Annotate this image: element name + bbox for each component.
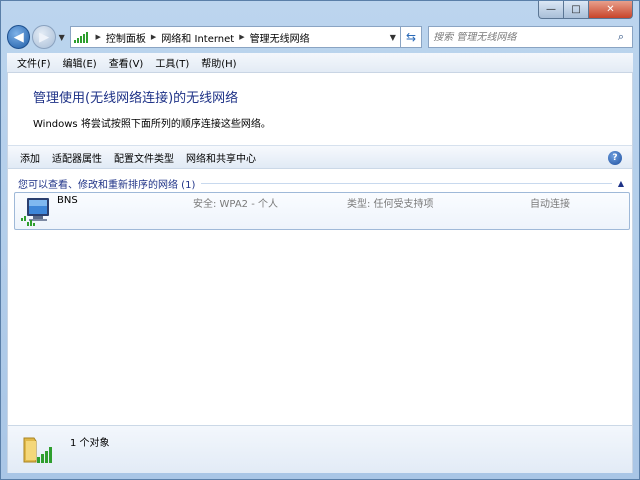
minimize-button[interactable]: — [538, 1, 564, 19]
menu-edit[interactable]: 编辑(E) [57, 55, 103, 70]
caption-buttons: — □ ✕ [538, 1, 633, 19]
search-input[interactable] [433, 31, 614, 43]
back-button[interactable]: ◀ [7, 25, 31, 49]
group-divider [201, 182, 612, 184]
header-panel: 管理使用(无线网络连接)的无线网络 Windows 将尝试按照下面所列的顺序连接… [8, 73, 632, 143]
profile-type-button[interactable]: 配置文件类型 [108, 150, 180, 165]
menu-view[interactable]: 查看(V) [103, 55, 150, 70]
content-pane: 管理使用(无线网络连接)的无线网络 Windows 将尝试按照下面所列的顺序连接… [7, 73, 633, 473]
network-security: 安全: WPA2 - 个人 [193, 199, 278, 210]
item-count: 1 个对象 [70, 438, 110, 449]
menu-tools[interactable]: 工具(T) [149, 55, 195, 70]
maximize-button[interactable]: □ [564, 1, 589, 19]
search-box[interactable]: ⌕ [428, 26, 633, 48]
help-icon[interactable]: ? [608, 151, 622, 165]
network-type: 类型: 任何受支持项 [347, 199, 434, 210]
breadcrumb-separator-icon[interactable]: ▶ [151, 33, 156, 41]
breadcrumb-network-internet[interactable]: 网络和 Internet [161, 30, 234, 45]
wireless-network-icon [21, 198, 49, 226]
network-sharing-center-button[interactable]: 网络和共享中心 [180, 150, 262, 165]
group-header[interactable]: 您可以查看、修改和重新排序的网络 (1) ▲ [18, 176, 624, 191]
wireless-folder-icon [23, 437, 52, 463]
forward-arrow-icon: ▶ [39, 29, 50, 45]
network-connect-mode: 自动连接 [530, 199, 570, 210]
search-icon[interactable]: ⌕ [614, 30, 628, 44]
menu-help[interactable]: 帮助(H) [195, 55, 242, 70]
network-list: 您可以查看、修改和重新排序的网络 (1) ▲ BNS 安全: WPA2 - 个人… [8, 170, 632, 425]
back-arrow-icon: ◀ [13, 29, 24, 45]
list-item[interactable]: BNS 安全: WPA2 - 个人 类型: 任何受支持项 自动连接 [14, 192, 630, 230]
recent-pages-dropdown[interactable]: ▼ [56, 33, 68, 42]
breadcrumb-separator-icon[interactable]: ▶ [96, 33, 101, 41]
breadcrumb-manage-wireless[interactable]: 管理无线网络 [250, 30, 310, 45]
command-bar: 添加 适配器属性 配置文件类型 网络和共享中心 ? [8, 145, 632, 169]
address-dropdown-icon[interactable]: ▼ [386, 33, 400, 42]
network-signal-icon [73, 31, 88, 43]
refresh-icon: ⇆ [405, 30, 417, 44]
group-title: 您可以查看、修改和重新排序的网络 (1) [18, 179, 196, 191]
breadcrumb-separator-icon[interactable]: ▶ [239, 33, 244, 41]
refresh-button[interactable]: ⇆ [400, 26, 423, 48]
menu-bar: 文件(F) 编辑(E) 查看(V) 工具(T) 帮助(H) [7, 53, 633, 73]
explorer-window: — □ ✕ ◀ ▶ ▼ ▶ 控制面板 ▶ 网络和 Internet ▶ 管理无线… [0, 0, 640, 480]
add-button[interactable]: 添加 [14, 150, 46, 165]
menu-file[interactable]: 文件(F) [11, 55, 57, 70]
page-description: Windows 将尝试按照下面所列的顺序连接这些网络。 [33, 119, 271, 130]
chevron-up-icon[interactable]: ▲ [618, 179, 624, 188]
page-title: 管理使用(无线网络连接)的无线网络 [33, 91, 239, 106]
adapter-properties-button[interactable]: 适配器属性 [46, 150, 108, 165]
address-row: ◀ ▶ ▼ ▶ 控制面板 ▶ 网络和 Internet ▶ 管理无线网络 ▼ ⇆… [7, 23, 633, 51]
status-bar: 1 个对象 [8, 425, 632, 473]
breadcrumb-control-panel[interactable]: 控制面板 [106, 30, 146, 45]
chevron-down-icon: ▼ [58, 32, 65, 42]
network-name: BNS [57, 195, 78, 206]
close-button[interactable]: ✕ [589, 1, 633, 19]
forward-button[interactable]: ▶ [32, 25, 56, 49]
address-bar[interactable]: ▶ 控制面板 ▶ 网络和 Internet ▶ 管理无线网络 ▼ [69, 26, 401, 48]
